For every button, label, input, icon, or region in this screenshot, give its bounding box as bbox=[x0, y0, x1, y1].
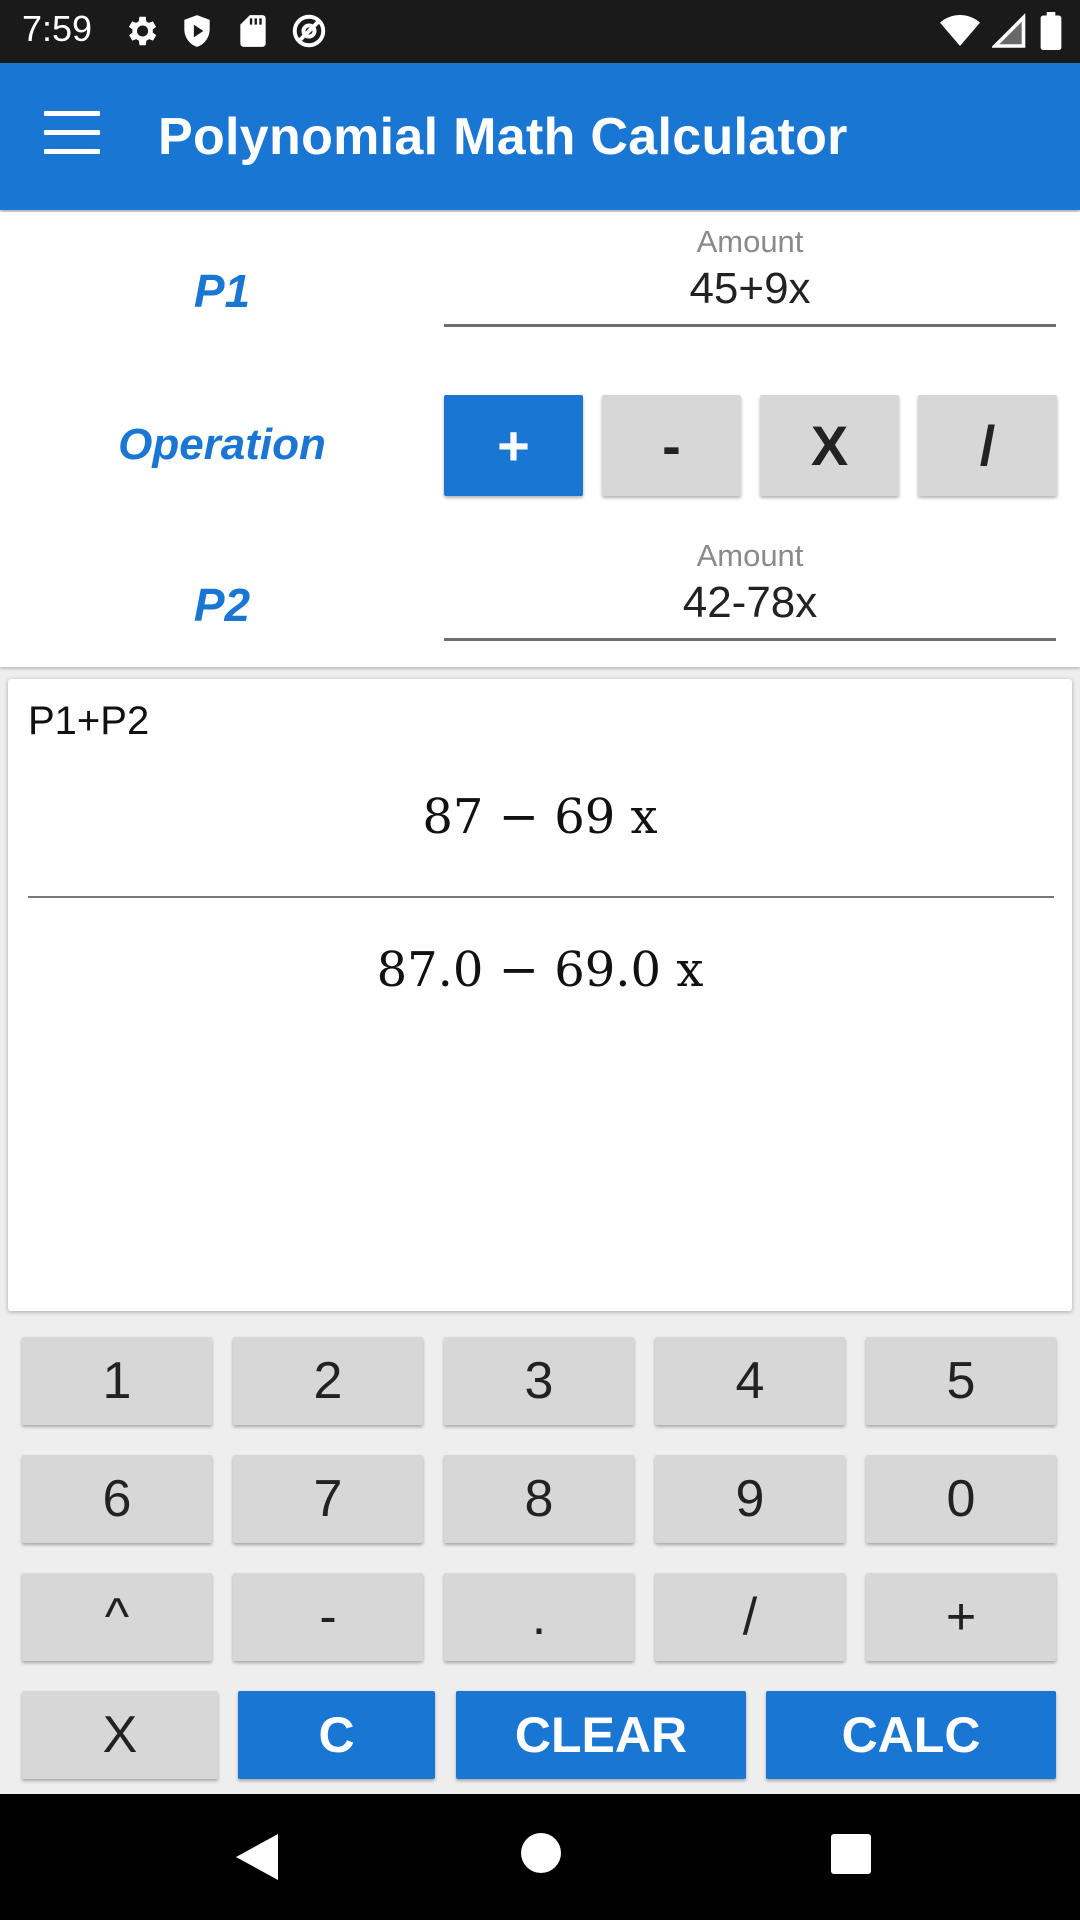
key-9[interactable]: 9 bbox=[655, 1455, 845, 1543]
key-4[interactable]: 4 bbox=[655, 1337, 845, 1425]
signal-icon bbox=[990, 13, 1028, 54]
app-title: Polynomial Math Calculator bbox=[158, 108, 848, 166]
p2-hint: Amount bbox=[696, 538, 804, 573]
settings-icon bbox=[122, 12, 160, 50]
key-5[interactable]: 5 bbox=[866, 1337, 1056, 1425]
wifi-icon bbox=[940, 13, 980, 54]
p2-label: P2 bbox=[193, 579, 251, 631]
p2-field[interactable]: Amount 42-78x bbox=[444, 538, 1056, 641]
result-decimal: 87.0 − 69.0 x bbox=[376, 942, 704, 998]
key-2[interactable]: 2 bbox=[233, 1337, 423, 1425]
battery-icon bbox=[1040, 12, 1062, 55]
key-7[interactable]: 7 bbox=[233, 1455, 423, 1543]
calc-button[interactable]: CALC bbox=[766, 1691, 1056, 1779]
result-card: P1+P2 87 − 69 x 87.0 − 69.0 x bbox=[8, 679, 1072, 1311]
p1-label: P1 bbox=[193, 265, 251, 317]
key-8[interactable]: 8 bbox=[444, 1455, 634, 1543]
p2-input[interactable]: 42-78x bbox=[444, 578, 1056, 641]
at-sign-icon bbox=[290, 12, 328, 50]
key-1[interactable]: 1 bbox=[22, 1337, 212, 1425]
sd-card-icon bbox=[234, 12, 272, 50]
key-decimal-point[interactable]: . bbox=[444, 1573, 634, 1661]
recent-apps-icon[interactable] bbox=[831, 1834, 871, 1874]
p1-input[interactable]: 45+9x bbox=[444, 264, 1056, 327]
key-divide[interactable]: / bbox=[655, 1573, 845, 1661]
key-6[interactable]: 6 bbox=[22, 1455, 212, 1543]
result-exact: 87 − 69 x bbox=[422, 789, 658, 845]
operation-divide-button[interactable]: / bbox=[918, 395, 1057, 496]
hamburger-menu-icon[interactable] bbox=[44, 111, 100, 161]
p1-hint: Amount bbox=[696, 224, 804, 259]
back-icon[interactable] bbox=[236, 1834, 278, 1885]
result-divider bbox=[28, 896, 1054, 898]
navigation-bar bbox=[0, 1794, 1080, 1920]
p1-field[interactable]: Amount 45+9x bbox=[444, 224, 1056, 327]
operation-multiply-button[interactable]: X bbox=[760, 395, 899, 496]
app-bar: Polynomial Math Calculator bbox=[0, 63, 1080, 210]
key-plus[interactable]: + bbox=[866, 1573, 1056, 1661]
key-3[interactable]: 3 bbox=[444, 1337, 634, 1425]
operation-subtract-button[interactable]: - bbox=[602, 395, 741, 496]
notification-icons bbox=[122, 12, 328, 50]
key-power[interactable]: ^ bbox=[22, 1573, 212, 1661]
status-time: 7:59 bbox=[22, 8, 93, 49]
status-bar: 7:59 bbox=[0, 0, 1080, 63]
system-icons bbox=[940, 12, 1062, 55]
result-expression-label: P1+P2 bbox=[28, 699, 150, 743]
clear-button[interactable]: CLEAR bbox=[456, 1691, 746, 1779]
shield-play-icon bbox=[178, 12, 216, 50]
operation-label: Operation bbox=[118, 420, 326, 469]
backspace-c-button[interactable]: C bbox=[238, 1691, 435, 1779]
operation-add-button[interactable]: + bbox=[444, 395, 583, 496]
key-x-variable[interactable]: X bbox=[22, 1691, 218, 1779]
key-minus[interactable]: - bbox=[233, 1573, 423, 1661]
home-icon[interactable] bbox=[521, 1833, 561, 1873]
input-card: P1 Amount 45+9x Operation + - X / P2 Amo… bbox=[0, 212, 1080, 667]
key-0[interactable]: 0 bbox=[866, 1455, 1056, 1543]
